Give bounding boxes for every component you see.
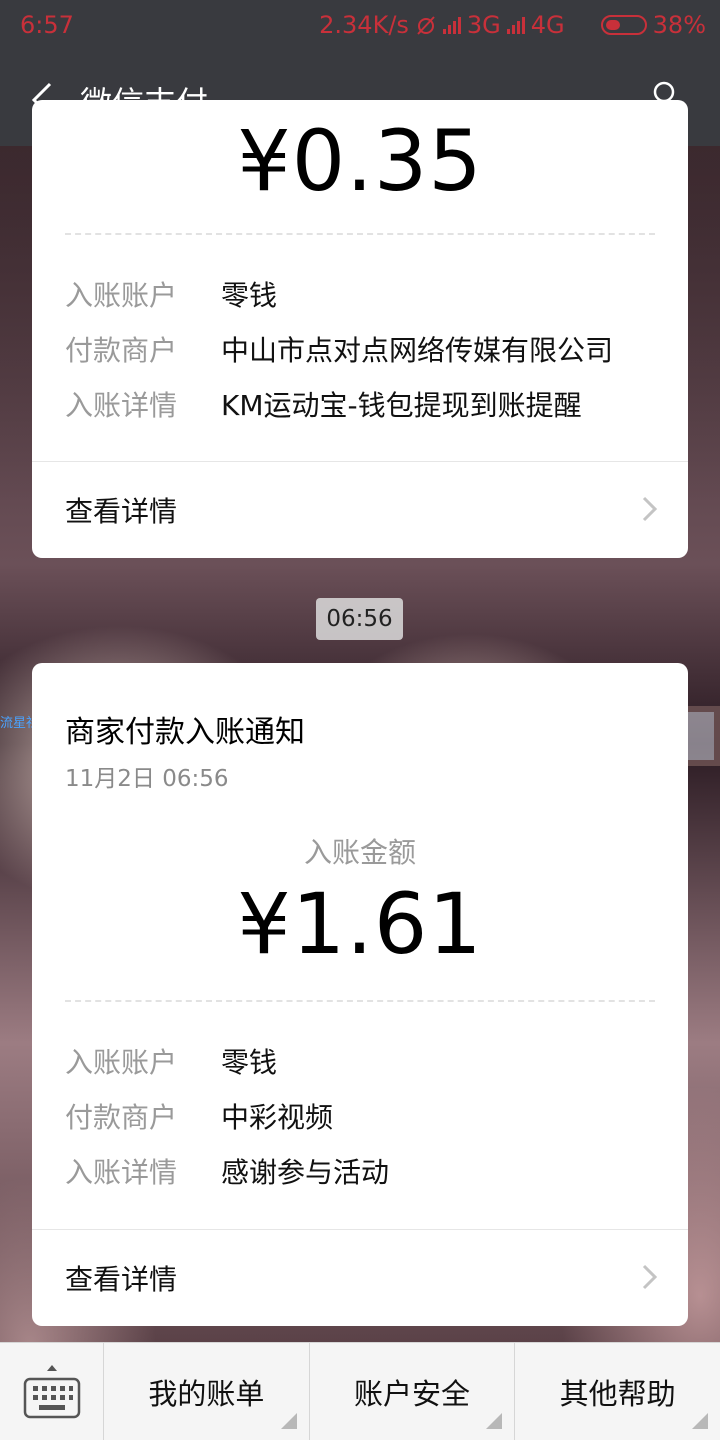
battery-icon [600, 15, 647, 35]
info-row: 入账详情 KM运动宝-钱包提现到账提醒 [65, 384, 582, 424]
bottom-menu-bar: 我的账单 账户安全 其他帮助 [0, 1342, 720, 1440]
card-title: 商家付款入账通知 [65, 715, 305, 750]
menu-label: 我的账单 [148, 1377, 265, 1411]
alarm-off-icon [417, 16, 435, 35]
menu-label: 其他帮助 [559, 1377, 676, 1411]
notification-card: 商家付款入账通知 11月2日 06:56 入账金额 ¥1.61 入账账户 零钱 … [32, 663, 688, 1326]
status-indicators: 2.34K/s 3G 4G 38% [319, 11, 706, 39]
card-date: 11月2日 06:56 [65, 766, 229, 792]
dashed-divider [65, 1000, 655, 1002]
menu-my-bills[interactable]: 我的账单 [104, 1343, 310, 1440]
battery-fill [605, 20, 620, 30]
keyboard-toggle-button[interactable] [0, 1343, 104, 1440]
row-value: 中山市点对点网络传媒有限公司 [221, 334, 614, 367]
row-label: 入账账户 [65, 1046, 178, 1079]
row-label: 付款商户 [65, 334, 178, 367]
menu-label: 账户安全 [354, 1377, 471, 1411]
net-3g-label: 3G [466, 11, 501, 39]
keyboard-icon [23, 1365, 81, 1419]
menu-other-help[interactable]: 其他帮助 [515, 1343, 720, 1440]
row-label: 入账详情 [65, 1156, 178, 1189]
info-row: 入账详情 感谢参与活动 [65, 1151, 389, 1191]
amount: ¥0.35 [237, 112, 483, 210]
info-row: 付款商户 中彩视频 [65, 1096, 333, 1136]
signal-3g-icon [442, 16, 461, 34]
info-row: 入账账户 零钱 [65, 1041, 277, 1081]
chevron-right-icon [642, 1264, 658, 1290]
row-label: 入账详情 [65, 389, 178, 422]
net-speed: 2.34K/s [319, 11, 409, 39]
row-value: 感谢参与活动 [221, 1156, 390, 1189]
signal-4g-icon [506, 16, 525, 34]
info-row: 入账账户 零钱 [65, 274, 277, 314]
net-4g-label: 4G [530, 11, 565, 39]
view-details-label: 查看详情 [65, 495, 178, 528]
row-value: KM运动宝-钱包提现到账提醒 [221, 389, 582, 422]
view-details-link[interactable]: 查看详情 [32, 462, 688, 558]
battery-percent: 38% [652, 11, 706, 39]
message-timestamp: 06:56 [316, 598, 403, 640]
row-label: 入账账户 [65, 279, 178, 312]
submenu-indicator-icon [692, 1413, 709, 1429]
status-time: 6:57 [20, 11, 74, 39]
notification-card: ¥0.35 入账账户 零钱 付款商户 中山市点对点网络传媒有限公司 入账详情 K… [32, 100, 688, 558]
dashed-divider [65, 233, 655, 235]
row-value: 零钱 [221, 279, 278, 312]
amount-label: 入账金额 [303, 836, 416, 869]
submenu-indicator-icon [486, 1413, 503, 1429]
view-details-label: 查看详情 [65, 1263, 178, 1296]
status-bar: 6:57 2.34K/s 3G 4G 38% [0, 0, 720, 52]
chevron-right-icon [642, 496, 658, 522]
view-details-link[interactable]: 查看详情 [32, 1230, 688, 1326]
menu-account-security[interactable]: 账户安全 [310, 1343, 516, 1440]
info-row: 付款商户 中山市点对点网络传媒有限公司 [65, 329, 613, 369]
amount: ¥1.61 [237, 875, 483, 973]
row-value: 零钱 [221, 1046, 278, 1079]
row-label: 付款商户 [65, 1101, 178, 1134]
row-value: 中彩视频 [221, 1101, 334, 1134]
submenu-indicator-icon [280, 1413, 297, 1429]
